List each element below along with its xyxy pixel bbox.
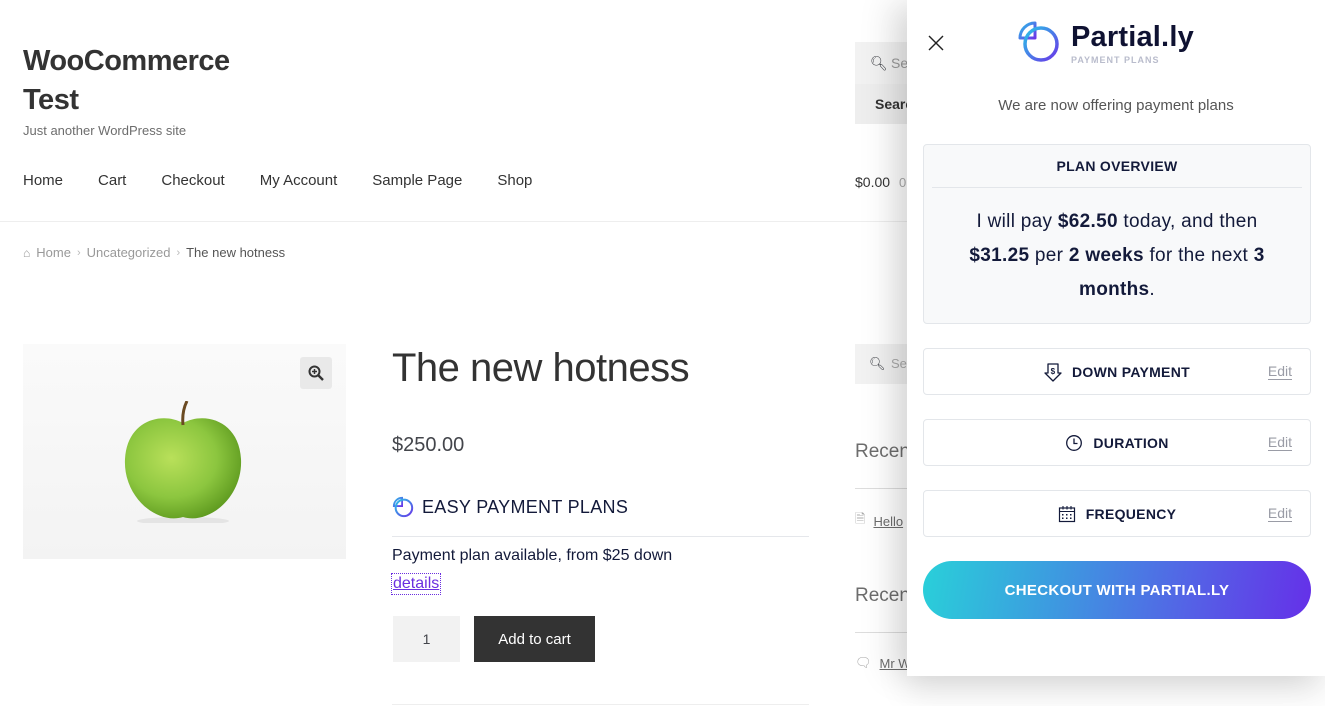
product-image[interactable] (23, 344, 346, 559)
partially-logo-icon (392, 496, 414, 518)
header-cart-total[interactable]: $0.00 (855, 174, 890, 190)
product-title: The new hotness (392, 346, 690, 390)
calendar-icon (1058, 505, 1075, 522)
svg-text:$: $ (1051, 367, 1056, 376)
quantity-input[interactable]: 1 (393, 616, 460, 662)
header-cart-count[interactable]: 0 (899, 175, 906, 190)
partially-payment-plan-panel: Partial.ly PAYMENT PLANS We are now offe… (907, 0, 1325, 676)
frequency-label: FREQUENCY (1085, 505, 1177, 522)
zoom-in-icon (308, 365, 324, 381)
breadcrumb-category[interactable]: Uncategorized (87, 245, 171, 260)
breadcrumb-separator: › (176, 246, 181, 259)
green-apple-image (124, 401, 242, 523)
recent-comment-link[interactable]: Mr W (880, 656, 911, 671)
recent-post-item: 🗎︎ Hello (855, 510, 903, 532)
comment-icon: 🗨︎ (855, 655, 872, 670)
nav-shop[interactable]: Shop (497, 172, 532, 189)
product-price: $250.00 (392, 434, 465, 456)
frequency-option[interactable]: FREQUENCY Edit (923, 490, 1311, 537)
widget-divider (855, 632, 915, 633)
nav-cart[interactable]: Cart (98, 172, 126, 189)
plan-summary: I will pay $62.50 today, and then $31.25… (969, 211, 1265, 300)
header-search-input[interactable]: 🔍︎ Se (855, 42, 915, 84)
nav-home[interactable]: Home (23, 172, 63, 189)
plan-overview-divider (932, 187, 1302, 188)
site-tagline: Just another WordPress site (23, 123, 187, 138)
plan-overview-card: PLAN OVERVIEW I will pay $62.50 today, a… (923, 144, 1311, 324)
checkout-with-partially-button[interactable]: CHECKOUT WITH PARTIAL.LY (923, 561, 1311, 619)
close-button[interactable] (926, 33, 946, 53)
search-icon: 🔍︎ (869, 356, 886, 371)
nav-sample-page[interactable]: Sample Page (372, 172, 462, 189)
duration-option[interactable]: DURATION Edit (923, 419, 1311, 466)
edit-down-payment-link[interactable]: Edit (1267, 363, 1292, 380)
down-payment-option[interactable]: $ DOWN PAYMENT Edit (923, 348, 1311, 395)
breadcrumb-current: The new hotness (186, 245, 286, 260)
primary-nav: Home Cart Checkout My Account Sample Pag… (23, 172, 567, 189)
edit-duration-link[interactable]: Edit (1267, 434, 1292, 451)
installment-amount: $31.25 (969, 245, 1030, 266)
payment-plan-availability: Payment plan available, from $25 down (392, 547, 673, 564)
add-to-cart-button[interactable]: Add to cart (474, 616, 595, 662)
sidebar-search-input[interactable]: 🔍︎ Se (855, 344, 915, 384)
payment-plan-details-link[interactable]: details (390, 573, 442, 595)
clock-icon (1066, 434, 1083, 451)
payment-plans-divider (392, 536, 809, 537)
partially-logo: Partial.ly PAYMENT PLANS (1017, 20, 1194, 65)
down-payment-label: DOWN PAYMENT (1072, 363, 1190, 380)
partially-logo-icon (1018, 21, 1059, 62)
search-placeholder: Se (891, 55, 909, 71)
recent-post-link[interactable]: Hello (873, 514, 903, 529)
offer-text: We are now offering payment plans (998, 97, 1234, 114)
plan-overview-heading: PLAN OVERVIEW (1056, 158, 1178, 174)
header-search: 🔍︎ Se Searc (855, 42, 915, 124)
recent-comment-item: 🗨︎ Mr W (855, 655, 911, 671)
down-payment-icon: $ (1044, 362, 1062, 382)
close-icon (928, 35, 944, 51)
nav-my-account[interactable]: My Account (260, 172, 338, 189)
edit-frequency-link[interactable]: Edit (1267, 505, 1292, 522)
search-icon: 🔍︎ (870, 55, 888, 71)
down-payment-amount: $62.50 (1057, 211, 1118, 232)
payment-plans-title: EASY PAYMENT PLANS (422, 496, 629, 517)
frequency-value: 2 weeks (1068, 245, 1144, 266)
breadcrumb-separator: › (76, 246, 81, 259)
document-icon: 🗎︎ (855, 511, 866, 526)
partially-brand-name: Partial.ly (1071, 21, 1194, 53)
nav-checkout[interactable]: Checkout (161, 172, 224, 189)
sidebar-search-placeholder: Se (891, 356, 907, 371)
header-search-button[interactable]: Searc (855, 84, 915, 124)
widget-divider (855, 488, 915, 489)
site-title[interactable]: WooCommerce Test (23, 42, 283, 120)
duration-label: DURATION (1093, 434, 1169, 451)
home-icon: ⌂ (23, 245, 31, 260)
breadcrumb-home[interactable]: Home (36, 245, 71, 260)
payment-plans-heading: EASY PAYMENT PLANS (392, 496, 628, 518)
partially-brand-subtitle: PAYMENT PLANS (1071, 55, 1160, 65)
image-zoom-button[interactable] (300, 357, 332, 389)
breadcrumb: ⌂ Home › Uncategorized › The new hotness (23, 245, 285, 260)
product-divider (392, 704, 809, 705)
